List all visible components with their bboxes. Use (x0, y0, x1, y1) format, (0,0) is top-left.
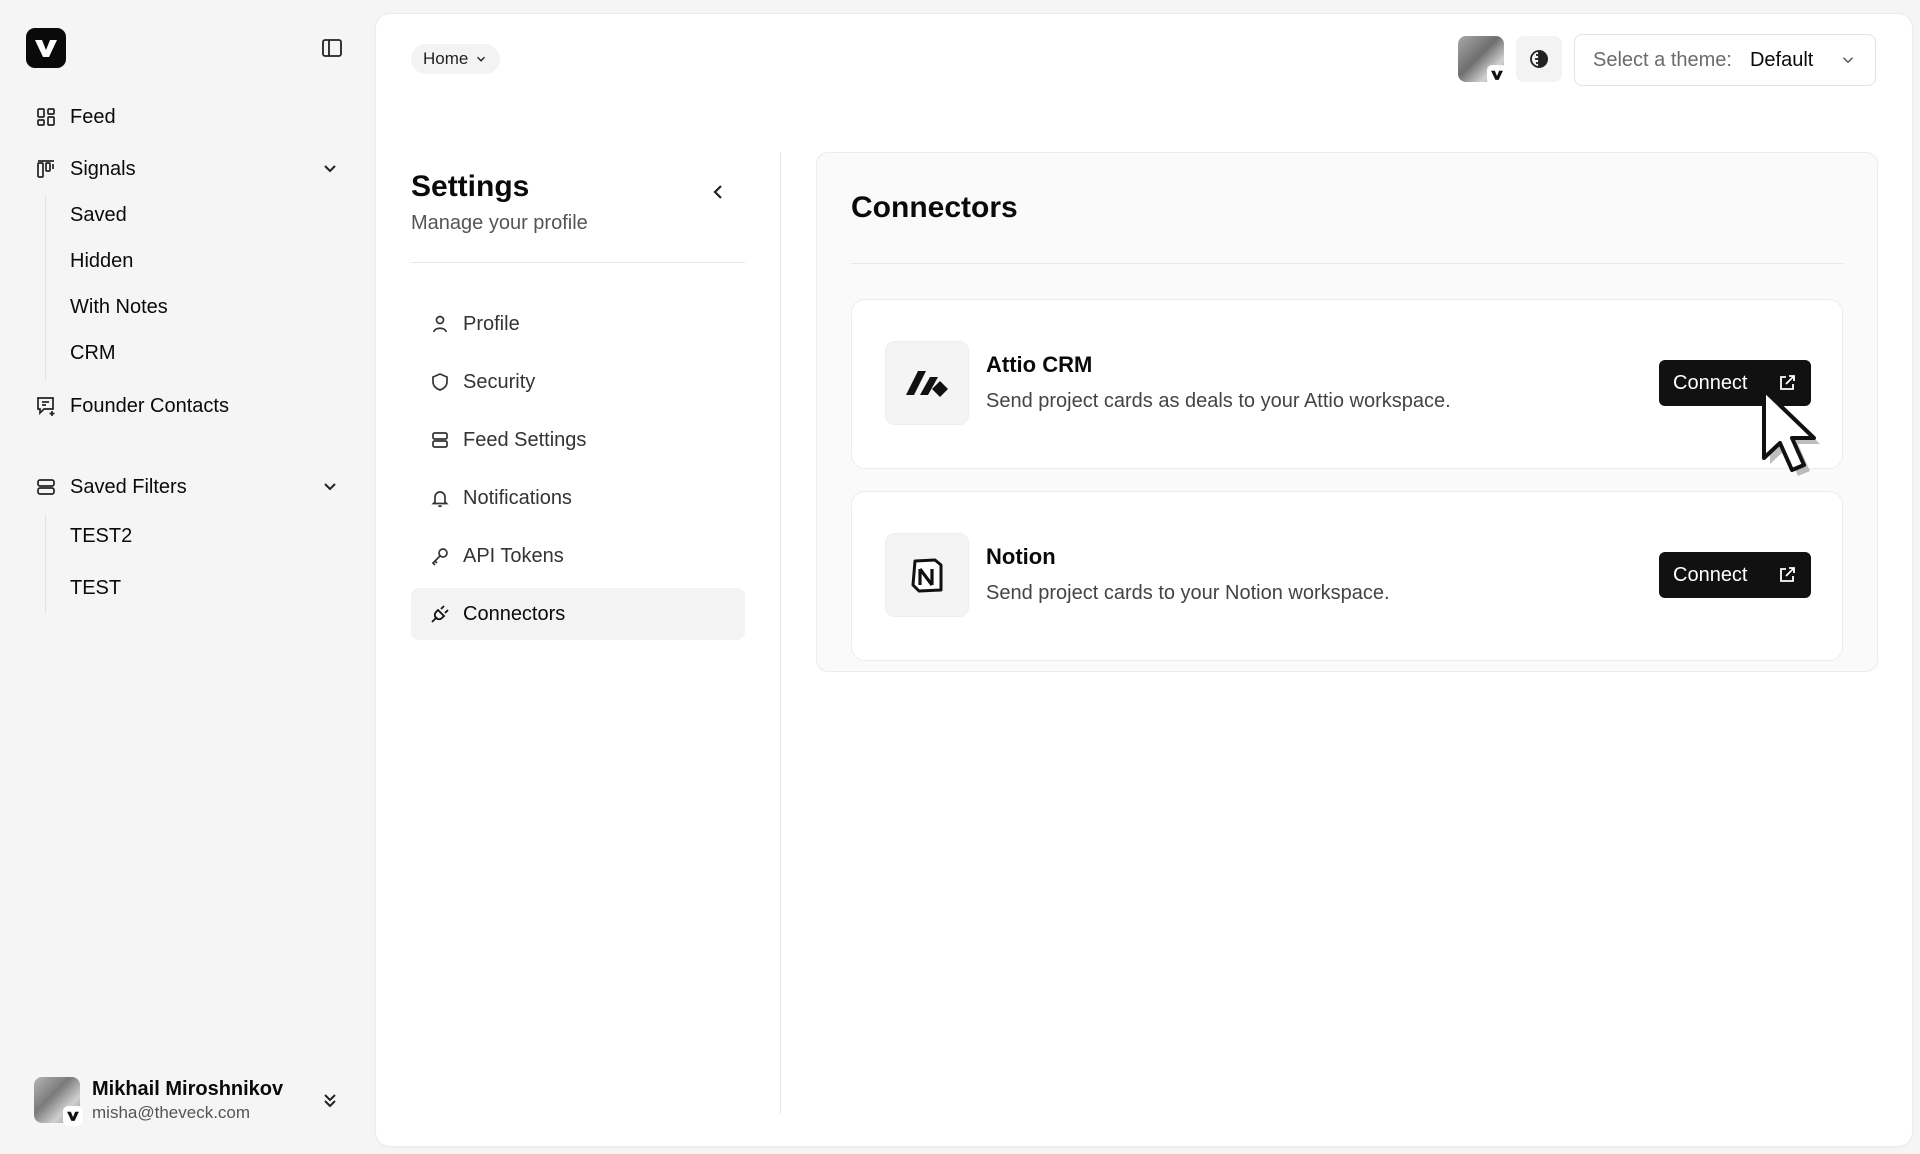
settings-menu-label: API Tokens (463, 544, 564, 567)
settings-title: Settings (411, 170, 530, 203)
settings-menu-api-tokens[interactable]: API Tokens (411, 530, 745, 582)
chevron-down-icon (477, 56, 486, 62)
sidebar-subitem-saved[interactable]: Saved (70, 200, 127, 230)
settings-menu-label: Feed Settings (463, 428, 587, 451)
sidebar-item-founder-contacts[interactable]: Founder Contacts (34, 386, 229, 426)
connectors-panel: Connectors Attio CRM Send project cards … (816, 152, 1878, 672)
connector-description: Send project cards to your Notion worksp… (986, 582, 1390, 604)
logo-v-icon (35, 40, 57, 57)
sidebar-item-feed[interactable]: Feed (34, 97, 116, 137)
external-link-icon (1780, 567, 1795, 582)
contact-message-icon (34, 394, 58, 418)
contrast-icon (1530, 50, 1548, 68)
connect-button-label: Connect (1673, 563, 1748, 586)
column-divider (780, 152, 781, 1114)
submenu-line (45, 514, 46, 614)
settings-menu-label: Security (463, 370, 536, 393)
theme-select-value: Default (1749, 48, 1814, 71)
user-name: Mikhail Miroshnikov (92, 1078, 284, 1100)
settings-menu-label: Connectors (463, 602, 566, 625)
settings-menu-label: Profile (463, 312, 520, 335)
settings-menu-security[interactable]: Security (411, 356, 745, 408)
bell-icon (429, 487, 451, 509)
connector-card-notion: Notion Send project cards to your Notion… (851, 491, 1843, 661)
logo-v-icon (63, 1106, 83, 1126)
shield-icon (429, 371, 451, 393)
main-panel: Home Select a theme: Default Settings Ma… (376, 14, 1912, 1146)
saved-filter-test[interactable]: TEST (70, 573, 121, 603)
key-icon (429, 545, 451, 567)
sidebar-subitem-crm[interactable]: CRM (70, 338, 116, 368)
sidebar-item-label: Signals (70, 157, 136, 180)
chevron-down-icon[interactable] (318, 475, 342, 499)
settings-menu-notifications[interactable]: Notifications (411, 472, 745, 524)
plug-icon (429, 603, 451, 625)
theme-select-label: Select a theme: (1593, 48, 1732, 71)
avatar (34, 1077, 83, 1126)
theme-toggle-button[interactable] (1516, 36, 1562, 82)
submenu-line (45, 196, 46, 380)
connector-name: Notion (986, 544, 1056, 569)
attio-logo-icon (885, 341, 969, 425)
sidebar-item-signals[interactable]: Signals (34, 149, 136, 189)
user-email: misha@theveck.com (92, 1103, 251, 1122)
theme-select[interactable]: Select a theme: Default (1574, 34, 1876, 86)
chevron-down-icon (1842, 57, 1854, 64)
sidebar-item-saved-filters[interactable]: Saved Filters (34, 467, 187, 507)
user-profile[interactable]: Mikhail Miroshnikov misha@theveck.com (34, 1076, 344, 1126)
connector-name: Attio CRM (986, 352, 1093, 377)
breadcrumb-label: Home (423, 49, 469, 68)
divider (411, 262, 745, 263)
mouse-cursor-icon (1754, 370, 1824, 490)
grid-icon (34, 105, 58, 129)
sidebar-item-label: Feed (70, 105, 116, 128)
settings-menu-connectors[interactable]: Connectors (411, 588, 745, 640)
stack-icon (34, 475, 58, 499)
settings-subtitle: Manage your profile (411, 212, 588, 234)
sidebar-toggle-icon[interactable] (320, 36, 344, 60)
settings-menu-feed-settings[interactable]: Feed Settings (411, 414, 745, 466)
sidebar-item-label: Saved Filters (70, 475, 187, 498)
user-icon (429, 313, 451, 335)
app-logo[interactable] (26, 28, 66, 68)
connector-description: Send project cards as deals to your Atti… (986, 390, 1451, 412)
sidebar-subitem-with-notes[interactable]: With Notes (70, 292, 168, 322)
stack-icon (429, 429, 451, 451)
chevrons-up-down-icon[interactable] (318, 1088, 342, 1112)
sidebar-subitem-hidden[interactable]: Hidden (70, 246, 133, 276)
settings-menu-label: Notifications (463, 486, 572, 509)
connectors-title: Connectors (851, 191, 1018, 224)
sidebar-item-label: Founder Contacts (70, 394, 229, 417)
connect-notion-button[interactable]: Connect (1659, 552, 1811, 598)
breadcrumb[interactable]: Home (411, 44, 501, 74)
saved-filter-test2[interactable]: TEST2 (70, 521, 132, 551)
sidebar: Feed Signals Saved Hidden With Notes CRM… (0, 0, 376, 1154)
settings-menu-profile[interactable]: Profile (411, 298, 745, 350)
signals-icon (34, 157, 58, 181)
avatar[interactable] (1458, 36, 1507, 85)
connect-button-label: Connect (1673, 371, 1748, 394)
chevron-left-icon[interactable] (706, 180, 730, 204)
connector-card-attio: Attio CRM Send project cards as deals to… (851, 299, 1843, 469)
divider (851, 263, 1843, 264)
notion-logo-icon (885, 533, 969, 617)
logo-v-icon (1487, 65, 1507, 85)
chevron-down-icon[interactable] (318, 157, 342, 181)
